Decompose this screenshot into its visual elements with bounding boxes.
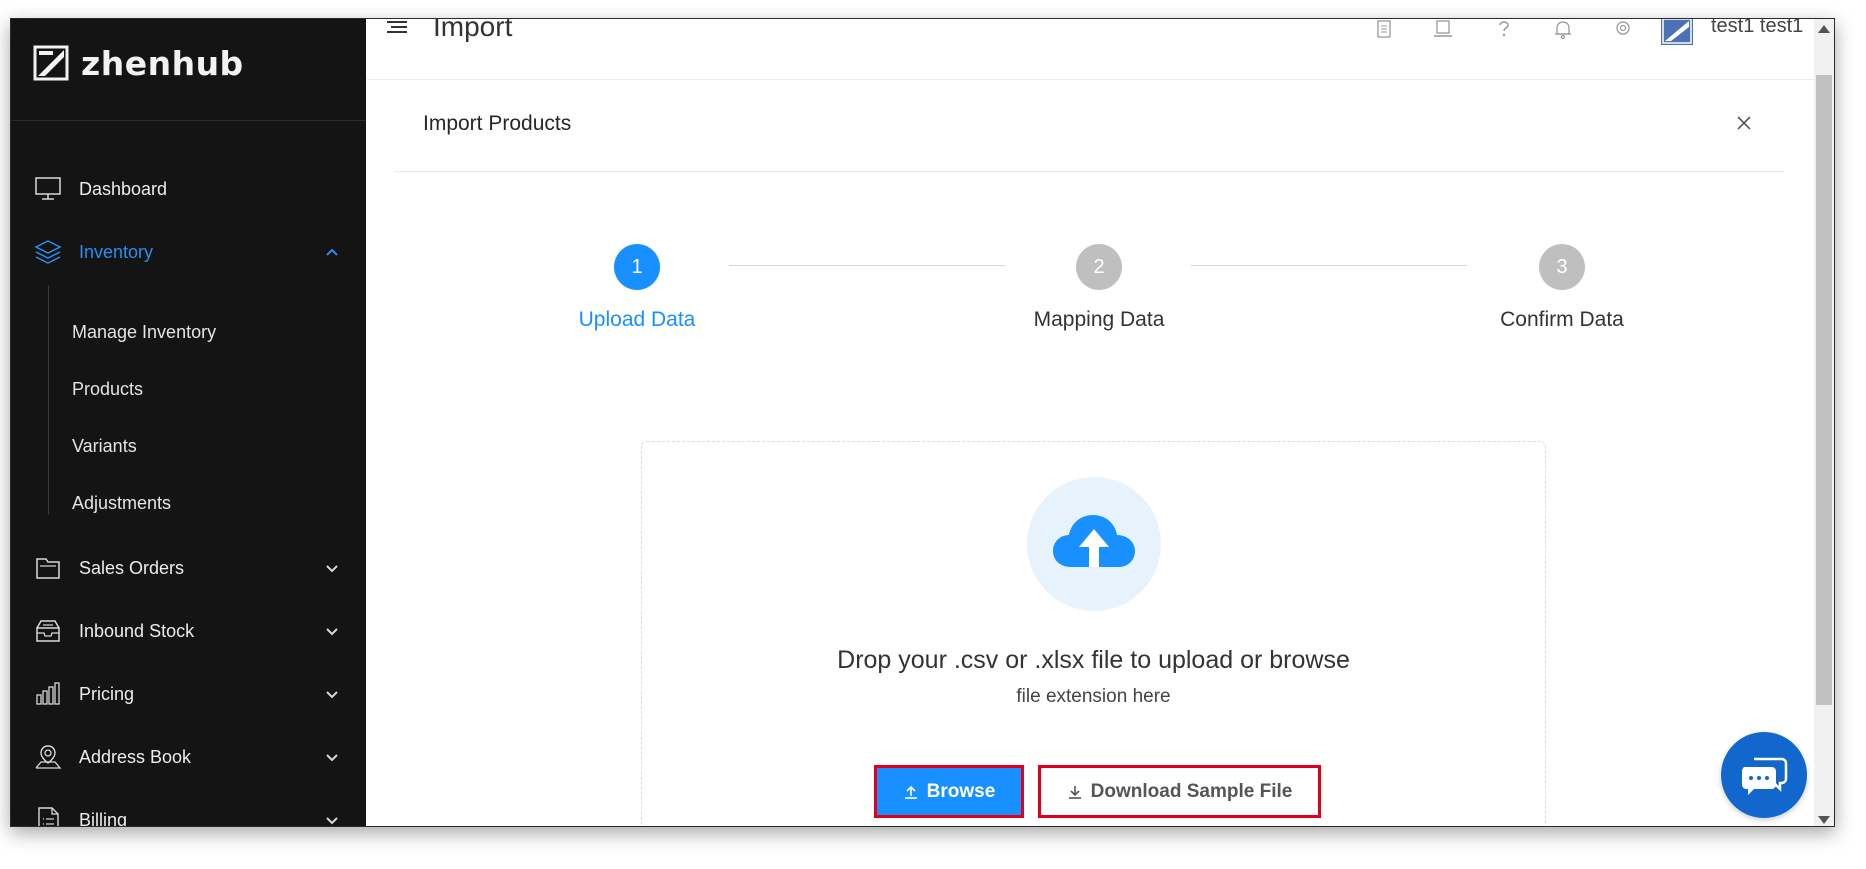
bell-icon[interactable] [1552,19,1574,41]
submenu-line [48,285,49,515]
step-1-label: Upload Data [578,308,696,331]
page-title: Import [433,18,513,42]
user-name[interactable]: test1 test1 [1711,19,1803,38]
sidebar-item-address-book[interactable]: Address Book [11,735,366,779]
scroll-thumb[interactable] [1816,75,1832,705]
modal-title: Import Products [423,112,572,135]
sidebar-item-pricing[interactable]: Pricing [11,672,366,716]
sidebar-item-label: Inventory [79,241,154,262]
divider [11,120,366,121]
top-bar: Import test1 test1 [367,19,1814,80]
cloud-upload-icon [1053,515,1135,567]
sidebar-item-label: Dashboard [79,178,168,199]
app-window: zhenhub Dashboard Inventory Manage Inven… [10,18,1835,827]
step-3-label: Confirm Data [1500,308,1624,331]
chevron-down-icon [326,754,338,762]
sidebar-item-dashboard[interactable]: Dashboard [11,167,366,211]
chat-icon [1742,757,1788,795]
monitor-icon [35,177,61,200]
chevron-down-icon [326,817,338,825]
scroll-up-arrow[interactable] [1818,25,1830,33]
chevron-down-icon [326,628,338,636]
step-3-circle: 3 [1539,244,1585,290]
modal-divider [394,171,1784,172]
brand-name: zhenhub [81,43,244,83]
main-content: Import test1 test1 Import Products 1 Upl… [367,19,1814,826]
sidebar-item-billing[interactable]: Billing [11,798,366,827]
browse-button[interactable]: Browse [874,765,1024,818]
step-connector [1191,265,1467,266]
dropzone-subtext: file extension here [1016,686,1171,707]
avatar[interactable] [1661,18,1693,45]
download-icon [1068,785,1081,799]
clipboard-icon[interactable] [1373,19,1395,41]
chevron-down-icon [326,565,338,573]
sidebar-subitem-manage-inventory[interactable]: Manage Inventory [72,314,332,350]
sidebar-subitem-adjustments[interactable]: Adjustments [72,485,332,521]
sidebar-subitem-products[interactable]: Products [72,371,332,407]
sidebar-item-label: Address Book [79,746,192,767]
menu-icon[interactable] [383,20,411,38]
scroll-down-arrow[interactable] [1818,816,1830,824]
sidebar-subitem-variants[interactable]: Variants [72,428,332,464]
settings-icon[interactable] [1612,19,1634,41]
inbox-icon [36,620,60,642]
sidebar-item-label: Inbound Stock [79,620,195,641]
close-icon[interactable] [1735,114,1753,132]
bar-chart-icon [36,682,60,705]
sidebar-item-label: Billing [79,809,128,827]
step-1-circle: 1 [614,244,660,290]
logo-icon [33,45,69,81]
sidebar: zhenhub Dashboard Inventory Manage Inven… [11,19,366,826]
download-sample-button[interactable]: Download Sample File [1038,765,1321,818]
laptop-icon[interactable] [1432,19,1454,41]
sidebar-item-label: Pricing [79,683,135,704]
download-sample-label: Download Sample File [1090,780,1293,802]
step-2-circle: 2 [1076,244,1122,290]
cloud-upload-badge [1027,477,1161,611]
map-pin-icon [35,745,62,769]
chevron-down-icon [326,691,338,699]
chat-button[interactable] [1721,732,1807,818]
brand[interactable]: zhenhub [33,43,244,83]
upload-icon [904,785,917,799]
folder-icon [36,558,60,579]
step-connector [729,265,1005,266]
sidebar-item-sales-orders[interactable]: Sales Orders [11,546,366,590]
document-icon [38,807,59,826]
sidebar-item-inbound-stock[interactable]: Inbound Stock [11,609,366,653]
chevron-up-icon [326,248,338,256]
dropzone-text: Drop your .csv or .xlsx file to upload o… [837,646,1350,674]
sidebar-item-inventory[interactable]: Inventory [11,230,366,274]
help-icon[interactable] [1493,19,1515,41]
sidebar-item-label: Sales Orders [79,557,185,578]
step-2-label: Mapping Data [1033,308,1165,331]
layers-icon [34,240,62,264]
browse-button-label: Browse [926,780,996,802]
vertical-scrollbar[interactable] [1814,19,1834,826]
